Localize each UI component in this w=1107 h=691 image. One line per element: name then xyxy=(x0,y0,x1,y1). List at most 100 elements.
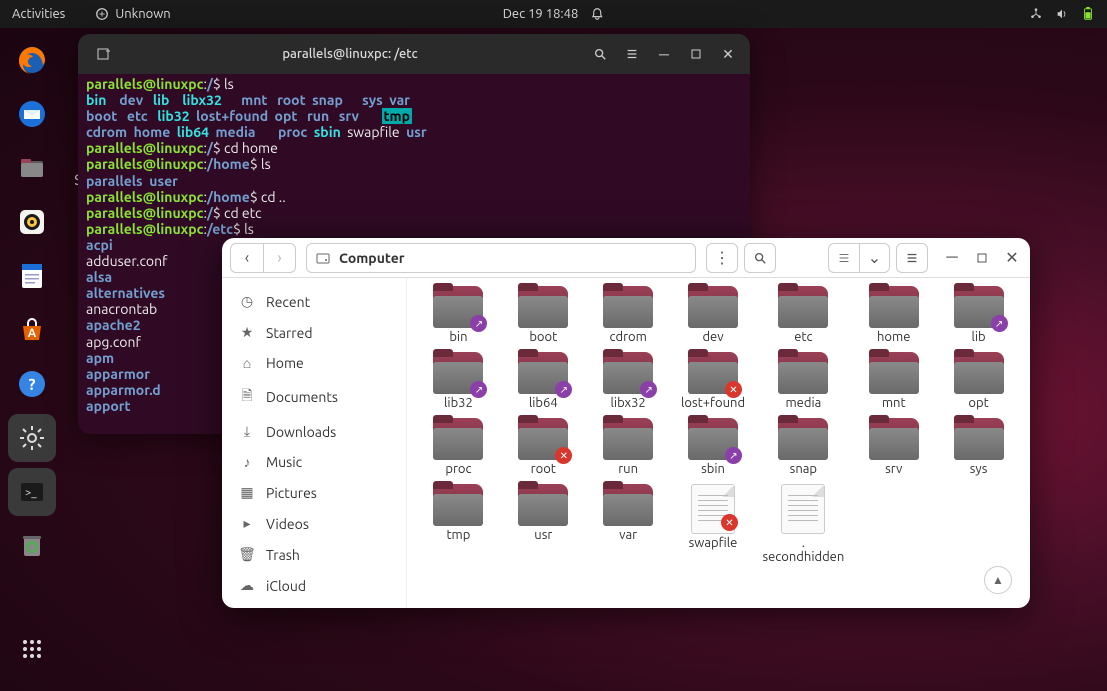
sidebar-item-recent[interactable]: ◷Recent xyxy=(222,286,406,317)
file-item[interactable]: ✕root xyxy=(506,416,581,478)
file-item-label: boot xyxy=(529,330,557,344)
file-item-label: opt xyxy=(968,396,988,410)
file-item[interactable]: ↗lib xyxy=(941,284,1016,346)
sidebar-item-downloads[interactable]: ⤓Downloads xyxy=(222,416,406,447)
sidebar-item-label: Pictures xyxy=(266,485,317,501)
unknown-icon xyxy=(95,7,109,21)
file-item-label: lib xyxy=(971,330,985,344)
files-grid[interactable]: ↗binbootcdromdevetchome↗lib↗lib32↗lib64↗… xyxy=(407,278,1030,608)
sidebar-item-label: iCloud xyxy=(266,578,306,594)
file-item[interactable]: etc xyxy=(760,284,846,346)
sidebar-item-music[interactable]: ♪Music xyxy=(222,447,406,477)
folder-icon xyxy=(603,286,653,328)
file-item[interactable]: . secondhidden xyxy=(760,482,846,566)
battery-icon[interactable] xyxy=(1081,7,1095,21)
sidebar-item-label: Home xyxy=(266,355,304,371)
file-item[interactable]: ↗lib64 xyxy=(506,350,581,412)
file-item[interactable]: run xyxy=(591,416,666,478)
sidebar-item-videos[interactable]: ▸Videos xyxy=(222,508,406,539)
file-item[interactable]: usr xyxy=(506,482,581,566)
app-indicator[interactable]: Unknown xyxy=(95,7,170,21)
folder-icon: ↗ xyxy=(603,352,653,394)
file-item[interactable]: snap xyxy=(760,416,846,478)
scroll-up-button[interactable]: ▲ xyxy=(984,566,1012,594)
trash-icon: 🗑 xyxy=(238,546,256,563)
dock-trash[interactable] xyxy=(8,522,56,570)
files-minimize-button[interactable]: ─ xyxy=(942,248,962,268)
file-item[interactable]: opt xyxy=(941,350,1016,412)
file-item[interactable]: cdrom xyxy=(591,284,666,346)
sidebar-item-trash[interactable]: 🗑Trash xyxy=(222,539,406,570)
file-item[interactable]: home xyxy=(856,284,931,346)
terminal-menu-button[interactable] xyxy=(618,40,646,68)
bell-icon[interactable] xyxy=(590,7,604,21)
show-apps-button[interactable] xyxy=(8,625,56,673)
file-item[interactable]: ✕swapfile xyxy=(676,482,751,566)
terminal-title: parallels@linuxpc: /etc xyxy=(118,47,582,62)
file-item[interactable]: ↗ libx32 xyxy=(591,350,666,412)
file-item[interactable]: proc xyxy=(421,416,496,478)
link-badge-icon: ↗ xyxy=(555,381,572,398)
back-button[interactable]: ‹ xyxy=(231,244,263,272)
files-maximize-button[interactable] xyxy=(972,248,992,268)
dock-writer[interactable] xyxy=(8,252,56,300)
dock-terminal[interactable]: >_ xyxy=(8,468,56,516)
sidebar-item-pictures[interactable]: ▦ Pictures xyxy=(222,477,406,508)
file-item[interactable]: sys xyxy=(941,416,1016,478)
network-icon[interactable] xyxy=(1029,7,1043,21)
dock-files[interactable] xyxy=(8,144,56,192)
dock-thunderbird[interactable] xyxy=(8,90,56,138)
terminal-titlebar[interactable]: parallels@linuxpc: /etc ─ ✕ xyxy=(78,34,750,74)
dock-help[interactable]: ? xyxy=(8,360,56,408)
files-toolbar: ‹ › Computer ⋮ ⌄ ─ ✕ xyxy=(222,238,1030,278)
file-item-label: snap xyxy=(790,462,817,476)
files-search-button[interactable] xyxy=(744,243,776,273)
file-item[interactable]: var xyxy=(591,482,666,566)
svg-text:>_: >_ xyxy=(25,487,37,499)
file-item-label: libx32 xyxy=(611,396,646,410)
folder-icon xyxy=(869,286,919,328)
clock[interactable]: Dec 19 18:48 xyxy=(503,7,579,21)
path-menu-button[interactable]: ⋮ xyxy=(706,243,738,273)
activities-button[interactable]: Activities xyxy=(12,7,65,21)
sidebar-item-home[interactable]: ⌂Home xyxy=(222,348,406,378)
view-options-button[interactable]: ⌄ xyxy=(859,244,889,272)
sidebar-item-icloud[interactable]: ☁iCloud xyxy=(222,570,406,601)
file-item[interactable]: ↗bin xyxy=(421,284,496,346)
pic-icon: ▦ xyxy=(238,484,256,501)
link-badge-icon: ↗ xyxy=(470,381,487,398)
files-close-button[interactable]: ✕ xyxy=(1002,248,1022,268)
terminal-search-button[interactable] xyxy=(586,40,614,68)
location-bar[interactable]: Computer xyxy=(306,243,696,273)
close-button[interactable]: ✕ xyxy=(714,40,742,68)
file-item[interactable]: media xyxy=(760,350,846,412)
list-view-button[interactable] xyxy=(829,244,859,272)
lock-badge-icon: ✕ xyxy=(725,381,742,398)
link-badge-icon: ↗ xyxy=(470,315,487,332)
file-item[interactable]: dev xyxy=(676,284,751,346)
minimize-button[interactable]: ─ xyxy=(650,40,678,68)
file-item[interactable]: ↗sbin xyxy=(676,416,751,478)
file-item[interactable]: mnt xyxy=(856,350,931,412)
file-item[interactable]: ↗lib32 xyxy=(421,350,496,412)
maximize-button[interactable] xyxy=(682,40,710,68)
sidebar-item-documents[interactable]: 🗎Documents xyxy=(222,378,406,416)
file-item[interactable]: boot xyxy=(506,284,581,346)
dock-firefox[interactable] xyxy=(8,36,56,84)
forward-button[interactable]: › xyxy=(263,244,295,272)
file-item[interactable]: tmp xyxy=(421,482,496,566)
hamburger-button[interactable] xyxy=(896,243,928,273)
volume-icon[interactable] xyxy=(1055,7,1069,21)
file-item[interactable]: ✕lost+found xyxy=(676,350,751,412)
dock-settings[interactable] xyxy=(8,414,56,462)
file-item-label: lib64 xyxy=(529,396,558,410)
file-item-label: proc xyxy=(445,462,471,476)
files-sidebar: ◷Recent★Starred⌂Home🗎Documents⤓Downloads… xyxy=(222,278,407,608)
sidebar-item-starred[interactable]: ★Starred xyxy=(222,317,406,348)
folder-icon xyxy=(954,352,1004,394)
dock-rhythmbox[interactable] xyxy=(8,198,56,246)
lock-badge-icon: ✕ xyxy=(555,447,572,464)
file-item[interactable]: srv xyxy=(856,416,931,478)
new-tab-button[interactable] xyxy=(90,40,118,68)
dock-software[interactable]: A xyxy=(8,306,56,354)
